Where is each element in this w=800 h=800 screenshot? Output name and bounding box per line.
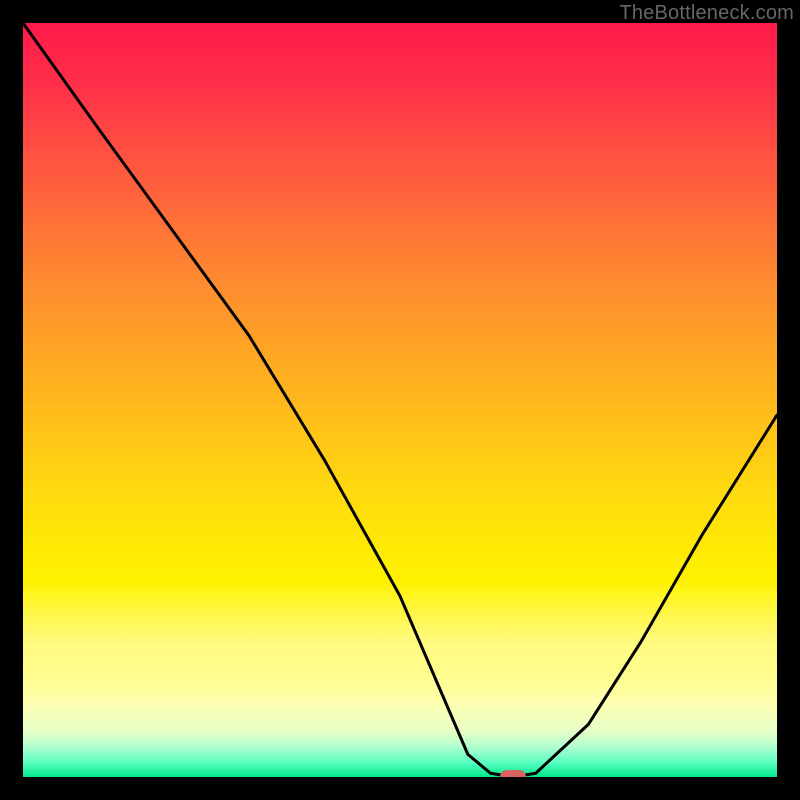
plot-area <box>23 23 777 777</box>
current-point-marker <box>500 770 526 777</box>
bottleneck-curve <box>23 23 777 777</box>
watermark-text: TheBottleneck.com <box>619 2 794 25</box>
